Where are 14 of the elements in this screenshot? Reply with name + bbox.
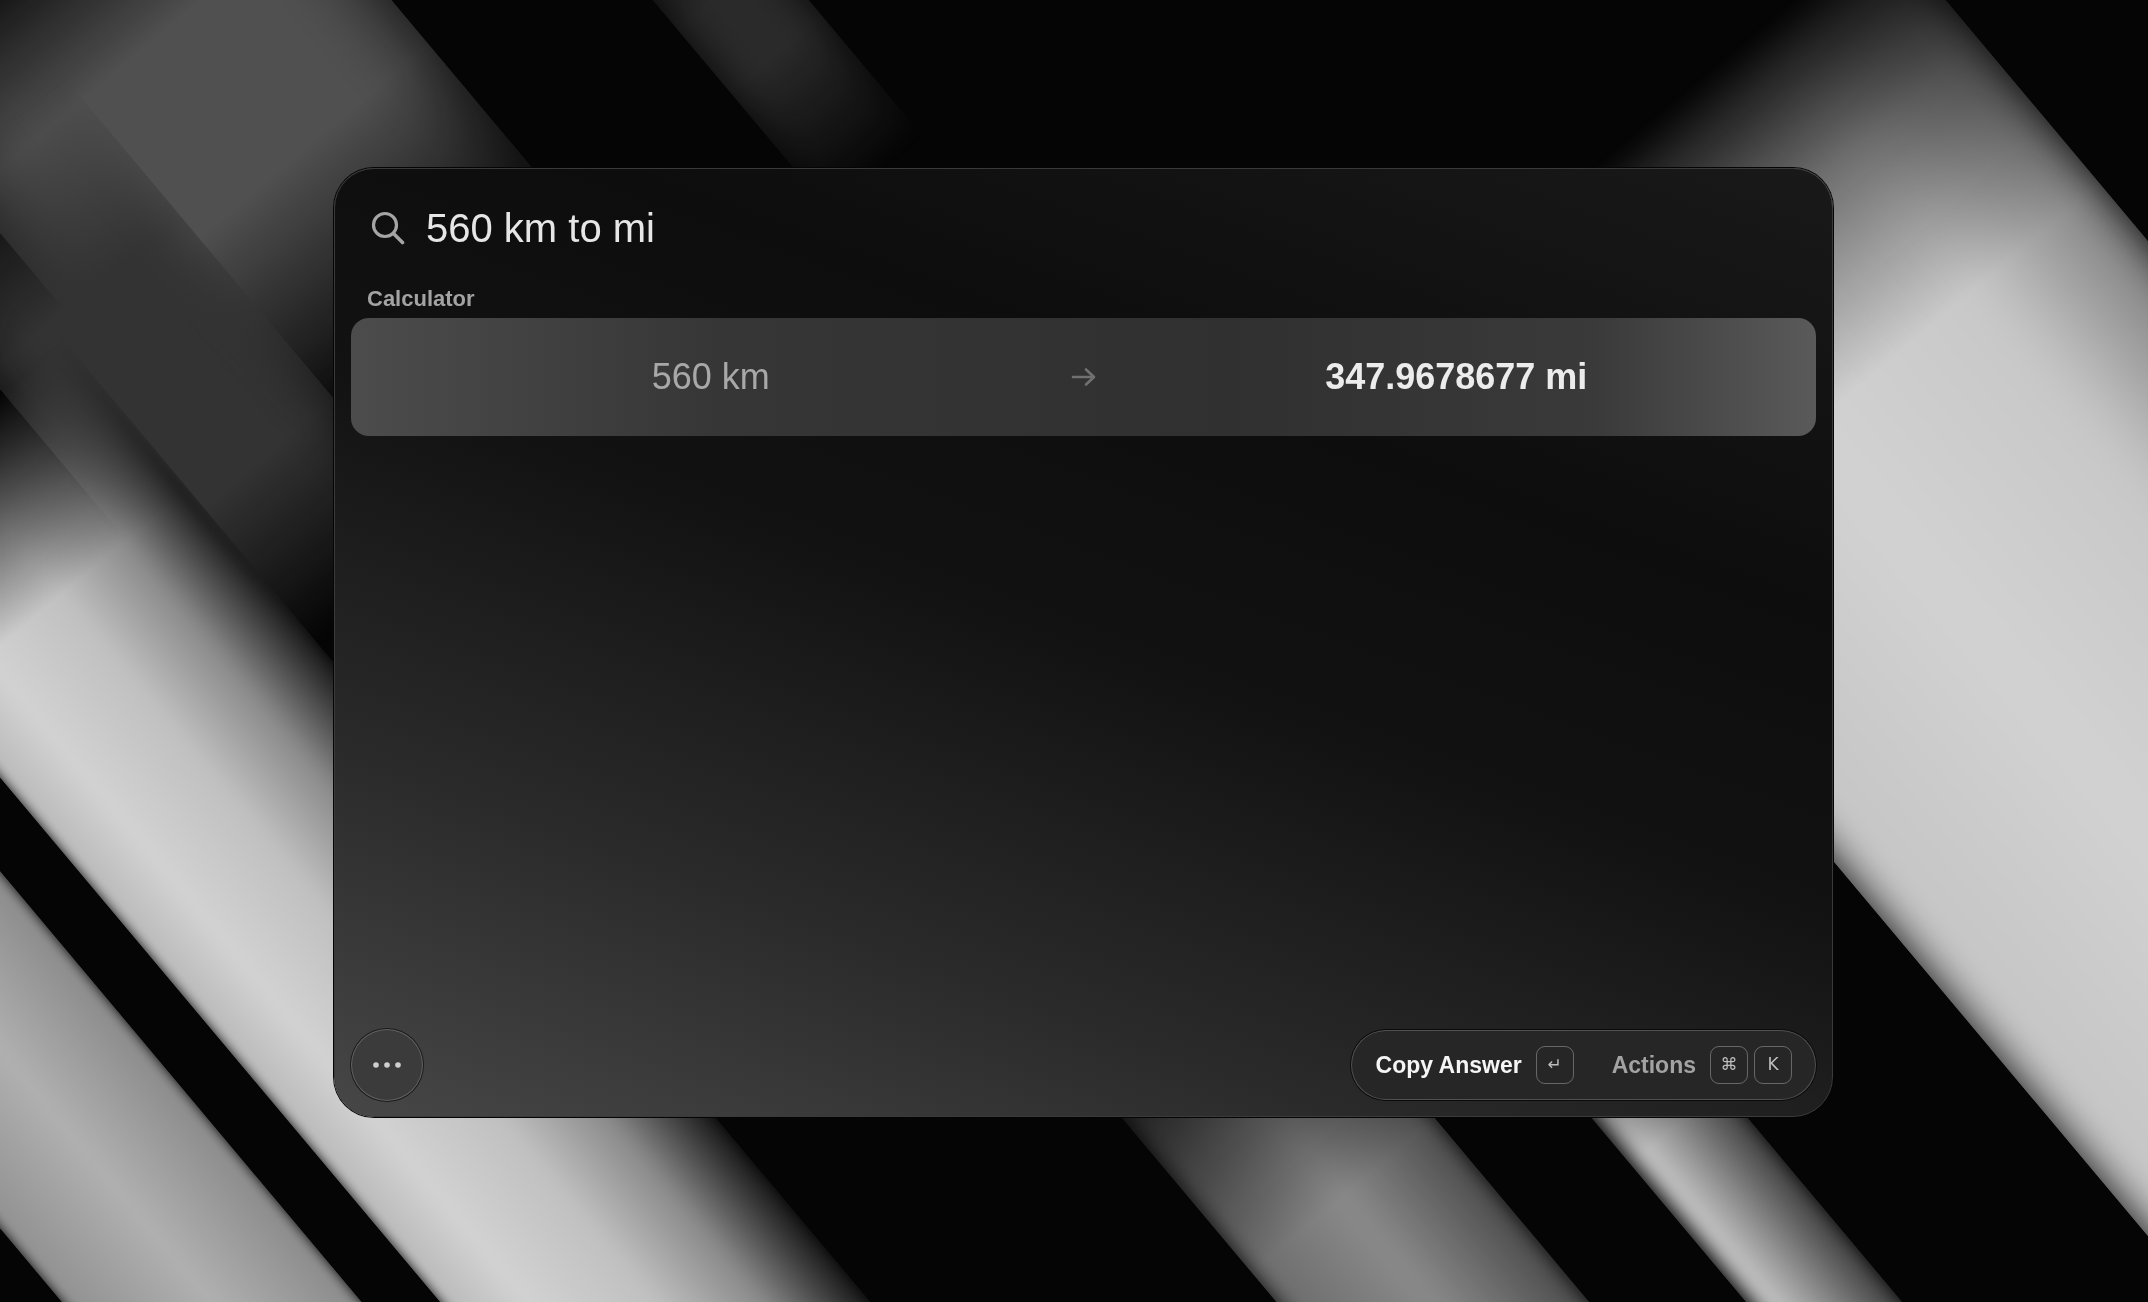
shortcut-key: ↵ bbox=[1535, 1046, 1574, 1084]
action-button[interactable]: Actions bbox=[1611, 1050, 1696, 1080]
result-value: 347.9678677 mi bbox=[1325, 355, 1588, 399]
result-row[interactable]: 560 km 347.9678677 mi bbox=[351, 318, 1816, 436]
input-value: 560 km bbox=[651, 355, 770, 399]
shortcut-key: ⌘ bbox=[1710, 1046, 1748, 1084]
action-button[interactable]: Copy Answer bbox=[1375, 1050, 1522, 1080]
shortcut-key: K bbox=[1754, 1046, 1792, 1084]
ellipsis-icon bbox=[373, 1062, 401, 1068]
more-button[interactable] bbox=[351, 1029, 423, 1101]
section-title: Calculator bbox=[367, 285, 475, 313]
search-field[interactable]: 560 km to mi bbox=[426, 200, 1796, 256]
search-icon bbox=[371, 211, 405, 245]
arrow-right-icon bbox=[1070, 367, 1097, 387]
